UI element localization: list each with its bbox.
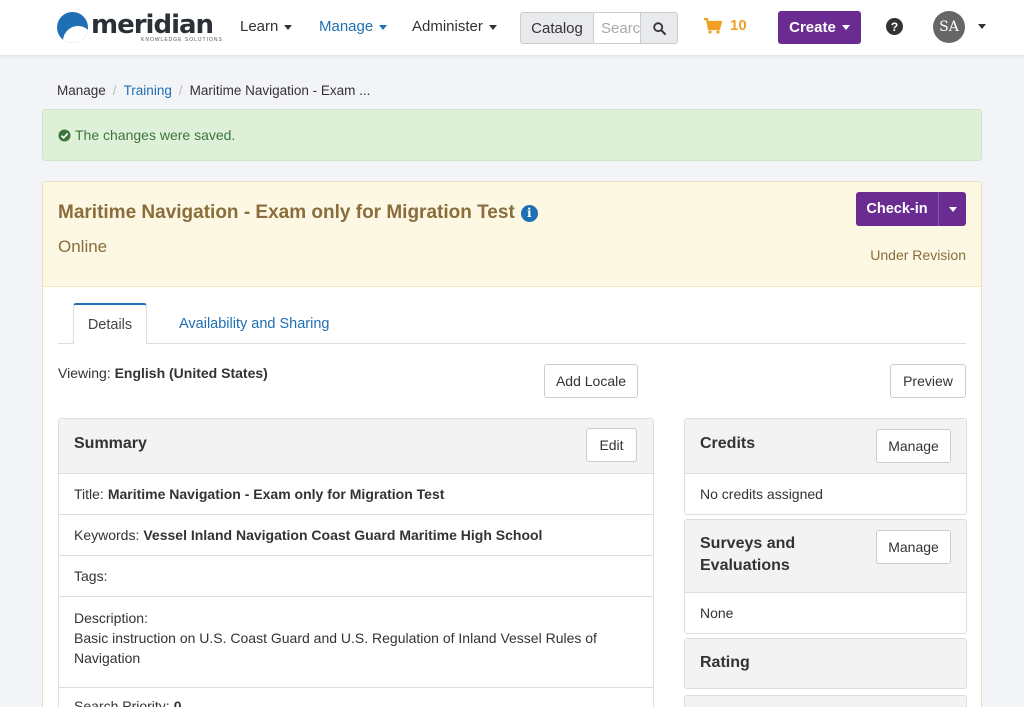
- breadcrumb-training[interactable]: Training: [124, 83, 172, 98]
- search-icon: [652, 21, 666, 35]
- caret-down-icon: [948, 206, 957, 212]
- course-title-text: Maritime Navigation - Exam only for Migr…: [58, 202, 515, 223]
- revision-status: Under Revision: [870, 247, 966, 263]
- summary-card: Summary Edit Title: Maritime Navigation …: [58, 418, 654, 707]
- alert-message: The changes were saved.: [75, 127, 236, 143]
- rating-header: Rating: [685, 639, 966, 688]
- summary-tags-row: Tags:: [59, 556, 653, 597]
- top-navbar: meridian KNOWLEDGE SOLUTIONS Learn Manag…: [0, 0, 1024, 56]
- surveys-title-line2: Evaluations: [700, 557, 790, 574]
- breadcrumb-current: Maritime Navigation - Exam ...: [189, 83, 371, 98]
- create-label: Create: [789, 19, 836, 36]
- summary-priority-row: Search Priority: 0: [59, 688, 653, 707]
- priority-value: 0: [173, 698, 182, 707]
- checkin-dropdown-toggle[interactable]: [938, 192, 966, 226]
- tab-availability-sharing[interactable]: Availability and Sharing: [164, 303, 344, 344]
- catalog-button[interactable]: Catalog: [520, 12, 594, 44]
- next-card: [684, 695, 967, 707]
- credits-title: Credits: [700, 435, 756, 452]
- breadcrumb-separator: /: [112, 83, 117, 98]
- credits-card: Credits Manage No credits assigned: [684, 418, 967, 515]
- course-panel: Maritime Navigation - Exam only for Migr…: [42, 181, 982, 707]
- tags-label: Tags:: [74, 568, 108, 584]
- manage-credits-button[interactable]: Manage: [876, 429, 951, 463]
- nav-manage[interactable]: Manage: [319, 18, 388, 35]
- title-value: Maritime Navigation - Exam only for Migr…: [107, 486, 445, 502]
- course-title: Maritime Navigation - Exam only for Migr…: [58, 202, 538, 224]
- viewing-locale: English (United States): [114, 365, 268, 381]
- keywords-value: Vessel Inland Navigation Coast Guard Mar…: [143, 527, 543, 543]
- add-locale-button[interactable]: Add Locale: [544, 364, 638, 398]
- priority-label: Search Priority:: [74, 698, 170, 707]
- nav-manage-label: Manage: [319, 18, 374, 35]
- description-value: Basic instruction on U.S. Coast Guard an…: [74, 630, 597, 666]
- summary-keywords-row: Keywords: Vessel Inland Navigation Coast…: [59, 515, 653, 556]
- success-alert: The changes were saved.: [42, 109, 982, 161]
- help-icon[interactable]: ?: [886, 18, 903, 35]
- preview-button[interactable]: Preview: [890, 364, 966, 398]
- caret-down-icon: [488, 24, 497, 30]
- cart-count: 10: [730, 17, 747, 34]
- brand-name: meridian: [91, 10, 214, 40]
- summary-header: Summary Edit: [59, 419, 653, 474]
- nav-administer-label: Administer: [412, 18, 483, 35]
- edit-summary-button[interactable]: Edit: [586, 428, 637, 462]
- course-header: Maritime Navigation - Exam only for Migr…: [43, 182, 981, 287]
- summary-title: Summary: [74, 435, 147, 452]
- caret-down-icon: [284, 24, 293, 30]
- breadcrumb: Manage / Training / Maritime Navigation …: [57, 83, 370, 98]
- shopping-cart-icon: [704, 17, 722, 34]
- brand-tagline: KNOWLEDGE SOLUTIONS: [141, 37, 223, 43]
- manage-surveys-button[interactable]: Manage: [876, 530, 951, 564]
- checkin-button-group: Check-in: [856, 192, 966, 226]
- check-circle-icon: [58, 129, 71, 141]
- breadcrumb-separator: /: [178, 83, 183, 98]
- credits-header: Credits Manage: [685, 419, 966, 474]
- credits-body: No credits assigned: [700, 486, 823, 502]
- create-button[interactable]: Create: [778, 11, 861, 44]
- avatar-caret-icon[interactable]: [978, 24, 986, 29]
- surveys-title: Surveys and Evaluations: [700, 533, 795, 577]
- nav-learn-label: Learn: [240, 18, 279, 35]
- rating-card: Rating: [684, 638, 967, 689]
- search-button[interactable]: [640, 12, 678, 44]
- meridian-logo[interactable]: meridian KNOWLEDGE SOLUTIONS: [57, 12, 223, 44]
- course-type: Online: [58, 237, 108, 256]
- viewing-label: Viewing:: [58, 365, 111, 381]
- cart-button[interactable]: 10: [704, 17, 747, 34]
- title-label: Title:: [74, 486, 104, 502]
- breadcrumb-manage: Manage: [57, 83, 106, 98]
- surveys-body: None: [700, 605, 734, 621]
- search-input[interactable]: [594, 12, 640, 44]
- surveys-header: Surveys and Evaluations Manage: [685, 520, 966, 593]
- nav-administer[interactable]: Administer: [412, 18, 497, 35]
- nav-learn[interactable]: Learn: [240, 18, 293, 35]
- catalog-search: Catalog: [520, 12, 678, 44]
- checkin-button[interactable]: Check-in: [856, 192, 938, 226]
- info-icon[interactable]: i: [520, 204, 538, 222]
- locale-viewing: Viewing: English (United States): [58, 365, 268, 381]
- rating-title: Rating: [700, 654, 750, 671]
- avatar[interactable]: SA: [933, 11, 965, 43]
- course-tabs: Details Availability and Sharing: [58, 303, 966, 345]
- tab-details[interactable]: Details: [73, 303, 147, 345]
- caret-down-icon: [379, 24, 388, 30]
- surveys-title-line1: Surveys and: [700, 535, 796, 552]
- logo-mark-icon: [57, 12, 88, 43]
- keywords-label: Keywords:: [74, 527, 140, 543]
- surveys-card: Surveys and Evaluations Manage None: [684, 519, 967, 634]
- caret-down-icon: [841, 25, 850, 30]
- description-label: Description:: [74, 610, 148, 626]
- summary-title-row: Title: Maritime Navigation - Exam only f…: [59, 474, 653, 515]
- summary-description-row: Description: Basic instruction on U.S. C…: [59, 597, 653, 688]
